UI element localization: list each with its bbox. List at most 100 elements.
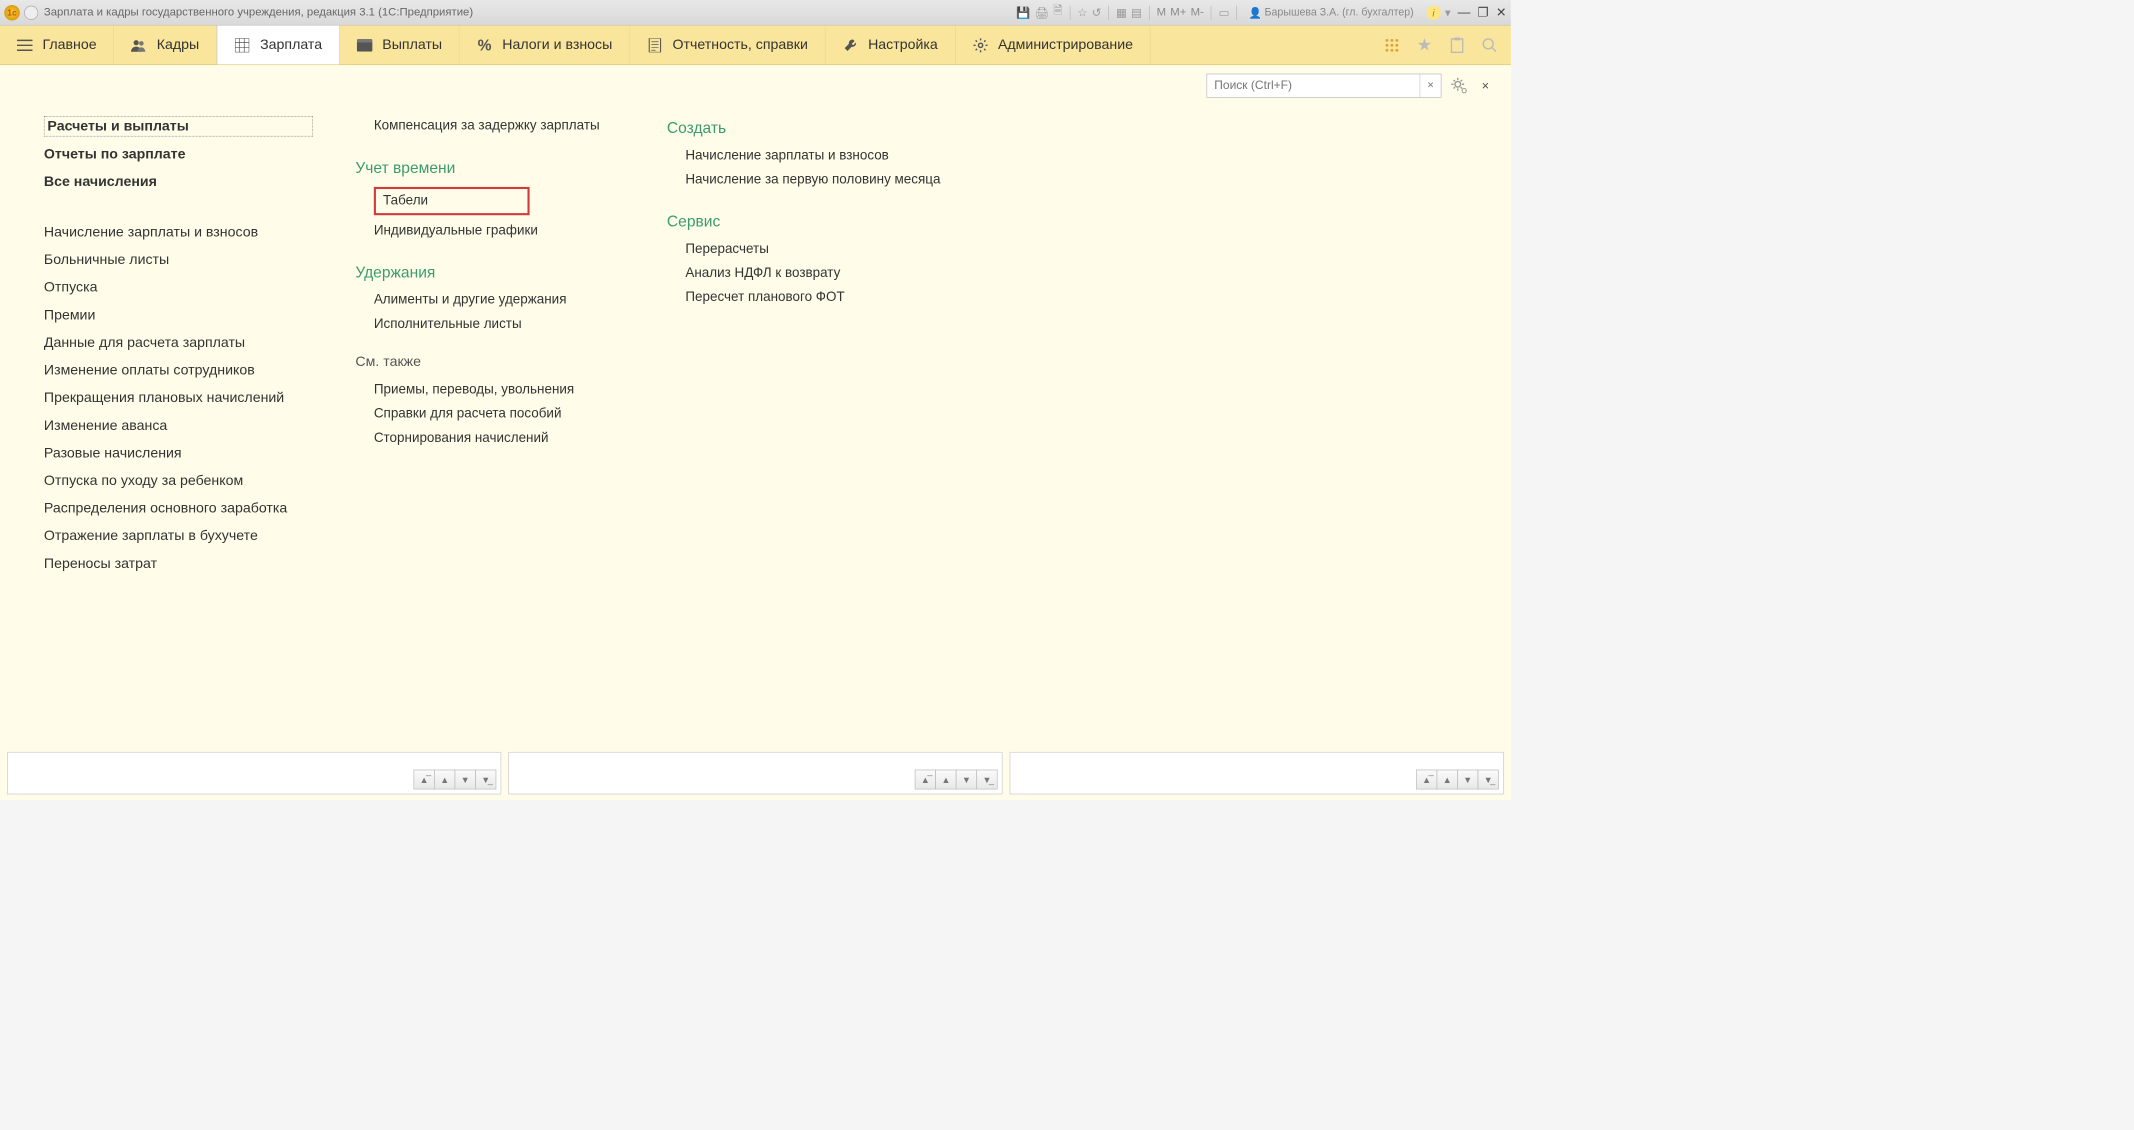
tool-icon-print[interactable]: 🖨 (1035, 5, 1049, 19)
search-clear-button[interactable]: × (1420, 74, 1441, 97)
info-icon[interactable]: i (1426, 5, 1440, 19)
apps-grid-icon[interactable] (1383, 36, 1400, 53)
column-1: Расчеты и выплаты Отчеты по зарплате Все… (44, 116, 313, 575)
nav-kompensaciya[interactable]: Компенсация за задержку зарплаты (374, 116, 625, 136)
nav-item[interactable]: Сторнирования начислений (374, 428, 625, 448)
report-icon (647, 37, 663, 53)
nav-back-icon[interactable] (24, 5, 38, 19)
app-logo-icon: 1c (4, 5, 20, 21)
menu-nalogi[interactable]: % Налоги и взносы (460, 25, 630, 64)
nav-item[interactable]: Отпуска (44, 277, 313, 299)
main-menu: Главное Кадры Зарплата Выплаты % Налоги … (0, 25, 1511, 65)
nav-item[interactable]: Перерасчеты (685, 239, 964, 259)
nav-item[interactable]: Больничные листы (44, 249, 313, 271)
nav-item[interactable]: Разовые начисления (44, 443, 313, 465)
nav-up-button[interactable]: ▲ (434, 770, 455, 790)
user-box[interactable]: 👤 Барышева З.А. (гл. бухгалтер) (1244, 6, 1418, 19)
section-sozdat: Создать (667, 119, 964, 137)
bottom-panels: ▲̅ ▲ ▼ ▼̲ ▲̅ ▲ ▼ ▼̲ ▲̅ ▲ ▼ (7, 752, 1504, 794)
nav-item[interactable]: Анализ НДФЛ к возврату (685, 263, 964, 283)
nav-item[interactable]: Пересчет планового ФОТ (685, 287, 964, 307)
nav-item[interactable]: Алименты и другие удержания (374, 290, 625, 310)
titlebar: 1c Зарплата и кадры государственного учр… (0, 0, 1511, 25)
nav-up-button[interactable]: ▲ (1437, 770, 1458, 790)
column-2: Компенсация за задержку зарплаты Учет вр… (355, 116, 624, 575)
menu-nalogi-label: Налоги и взносы (502, 37, 612, 53)
clipboard-icon[interactable] (1449, 36, 1466, 53)
nav-item[interactable]: Отражение зарплаты в бухучете (44, 525, 313, 547)
menu-admin-label: Администрирование (998, 37, 1133, 53)
menu-admin[interactable]: Администрирование (955, 25, 1150, 64)
nav-ind-grafiki[interactable]: Индивидуальные графики (374, 221, 625, 241)
nav-first-button[interactable]: ▲̅ (915, 770, 936, 790)
panel-nav-1: ▲̅ ▲ ▼ ▼̲ (413, 770, 496, 790)
bottom-panel-3: ▲̅ ▲ ▼ ▼̲ (1010, 752, 1504, 794)
nav-item[interactable]: Исполнительные листы (374, 314, 625, 334)
nav-up-button[interactable]: ▲ (935, 770, 956, 790)
memory-m-plus[interactable]: М+ (1170, 6, 1186, 19)
calendar-icon[interactable]: ▦ (1116, 5, 1127, 19)
nav-item[interactable]: Приемы, переводы, увольнения (374, 380, 625, 400)
close-panel-button[interactable]: × (1477, 77, 1494, 94)
nav-item[interactable]: Начисление зарплаты и взносов (685, 146, 964, 166)
menu-zarplata-label: Зарплата (260, 37, 322, 53)
tool-icon-doc[interactable]: 🗎 (1053, 3, 1062, 22)
nav-item[interactable]: Премии (44, 304, 313, 326)
section-uchet-vremeni: Учет времени (355, 159, 624, 177)
nav-item[interactable]: Данные для расчета зарплаты (44, 332, 313, 354)
nav-item[interactable]: Начисление за первую половину месяца (685, 170, 964, 190)
menu-otchetnost[interactable]: Отчетность, справки (630, 25, 826, 64)
star-icon[interactable]: ★ (1416, 36, 1433, 53)
nav-down-button[interactable]: ▼ (1457, 770, 1478, 790)
nav-item[interactable]: Отпуска по уходу за ребенком (44, 470, 313, 492)
menu-vyplaty[interactable]: Выплаты (340, 25, 460, 64)
nav-last-button[interactable]: ▼̲ (475, 770, 496, 790)
nav-vse-nachisleniya[interactable]: Все начисления (44, 171, 313, 193)
window-icon[interactable]: ▭ (1219, 5, 1230, 19)
minimize-button[interactable]: — (1458, 5, 1471, 20)
settings-gear-icon[interactable] (1449, 75, 1470, 96)
window-title: Зарплата и кадры государственного учрежд… (44, 6, 473, 19)
grid-icon[interactable]: ▤ (1131, 5, 1142, 19)
bottom-panel-1: ▲̅ ▲ ▼ ▼̲ (7, 752, 501, 794)
nav-first-button[interactable]: ▲̅ (1416, 770, 1437, 790)
section-sm-takzhe: См. также (355, 354, 624, 370)
nav-item[interactable]: Начисление зарплаты и взносов (44, 222, 313, 244)
menu-nastroika[interactable]: Настройка (826, 25, 956, 64)
people-icon (131, 37, 147, 53)
nav-first-button[interactable]: ▲̅ (413, 770, 434, 790)
wrench-icon (843, 37, 859, 53)
close-window-button[interactable]: ✕ (1496, 5, 1507, 20)
search-input[interactable] (1207, 79, 1419, 93)
tool-icon-save[interactable]: 💾 (1016, 5, 1030, 19)
nav-down-button[interactable]: ▼ (455, 770, 476, 790)
nav-down-button[interactable]: ▼ (956, 770, 977, 790)
history-icon[interactable]: ↺ (1092, 5, 1101, 19)
nav-item[interactable]: Распределения основного заработка (44, 498, 313, 520)
memory-m-minus[interactable]: М- (1191, 6, 1204, 19)
nav-tabeli[interactable]: Табели (374, 187, 530, 215)
nav-item[interactable]: Переносы затрат (44, 553, 313, 575)
user-icon: 👤 (1248, 6, 1261, 19)
nav-item[interactable]: Изменение аванса (44, 415, 313, 437)
nav-last-button[interactable]: ▼̲ (1478, 770, 1499, 790)
nav-raschety-vyplaty[interactable]: Расчеты и выплаты (44, 116, 313, 137)
dropdown-icon[interactable]: ▾ (1445, 5, 1451, 19)
section-uderzhaniya: Удержания (355, 263, 624, 281)
maximize-button[interactable]: ❐ (1477, 5, 1488, 20)
menu-main[interactable]: Главное (0, 25, 114, 64)
nav-item[interactable]: Справки для расчета пособий (374, 404, 625, 424)
nav-last-button[interactable]: ▼̲ (976, 770, 997, 790)
nav-item[interactable]: Прекращения плановых начислений (44, 387, 313, 409)
memory-m[interactable]: М (1157, 6, 1166, 19)
app-window: 1c Зарплата и кадры государственного учр… (0, 0, 1511, 800)
menu-zarplata[interactable]: Зарплата (217, 25, 340, 64)
nav-otchety-zarplate[interactable]: Отчеты по зарплате (44, 144, 313, 166)
menu-kadry[interactable]: Кадры (114, 25, 217, 64)
gear-icon (972, 37, 988, 53)
star-outline-icon[interactable]: ☆ (1077, 5, 1087, 19)
nav-item[interactable]: Изменение оплаты сотрудников (44, 360, 313, 382)
search-icon[interactable] (1481, 36, 1498, 53)
bottom-panel-2: ▲̅ ▲ ▼ ▼̲ (508, 752, 1002, 794)
menu-main-label: Главное (42, 37, 96, 53)
